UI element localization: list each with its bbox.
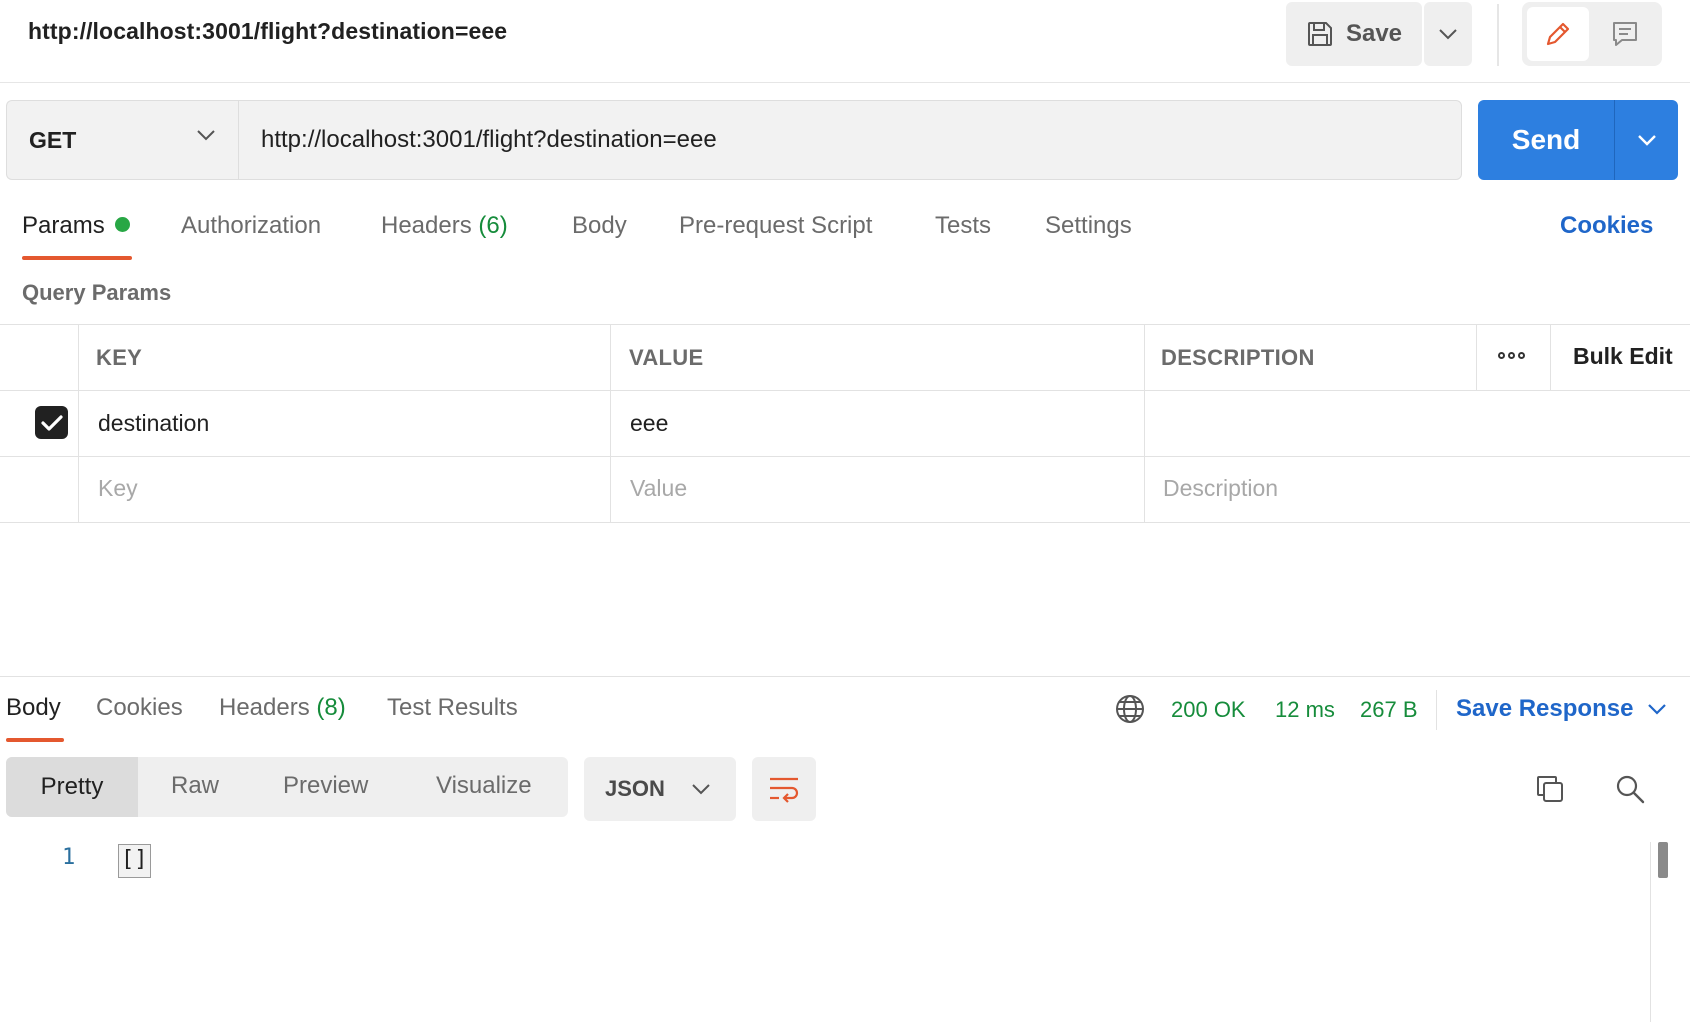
table-col-divider [78,324,79,522]
response-tab-test-results[interactable]: Test Results [387,694,518,722]
method-label: GET [29,126,77,153]
more-options-icon[interactable] [1498,352,1525,359]
editor-scrollbar[interactable] [1658,842,1668,878]
tab-headers[interactable]: Headers (6) [381,212,508,240]
response-size: 267 B [1360,697,1418,722]
chevron-down-icon [197,130,215,141]
comments-mode-button[interactable] [1594,7,1656,61]
tab-params-label: Params [22,212,105,239]
response-divider [0,676,1690,677]
tab-settings[interactable]: Settings [1045,212,1132,240]
response-tab-headers-count: (8) [316,694,346,721]
toolbar-divider [1497,4,1499,66]
column-header-value: VALUE [629,345,704,370]
column-header-description: DESCRIPTION [1161,345,1315,370]
globe-icon[interactable] [1110,689,1150,729]
wrap-lines-icon [770,777,799,803]
search-icon[interactable] [1610,769,1650,809]
format-select[interactable]: JSON [584,757,736,821]
save-label: Save [1345,20,1403,47]
response-tab-body[interactable]: Body [6,694,61,722]
table-header-divider [0,390,1690,391]
save-options-button[interactable] [1424,2,1472,66]
comment-icon [1613,22,1637,46]
request-title: http://localhost:3001/flight?destination… [28,18,508,44]
chevron-down-icon [1637,135,1656,146]
tab-pre-request-script[interactable]: Pre-request Script [679,212,872,240]
chevron-down-icon [1439,29,1457,40]
view-mode-pretty[interactable]: Pretty [6,757,138,817]
save-response-button[interactable]: Save Response [1456,695,1667,723]
tab-headers-count: (6) [478,212,508,239]
param-enabled-checkbox[interactable] [35,406,68,439]
checkmark-icon [40,414,63,431]
table-col-divider [1144,324,1145,522]
save-icon [1307,22,1332,46]
response-status: 200 OK [1171,697,1246,722]
response-body-code[interactable]: [] [118,844,151,878]
bulk-edit-button[interactable]: Bulk Edit [1573,343,1673,370]
new-param-key-field[interactable]: Key [98,475,138,502]
param-description-field[interactable] [1162,410,1662,440]
line-number: 1 [62,845,76,870]
copy-icon[interactable] [1530,769,1570,809]
tab-params[interactable]: Params [22,212,130,240]
table-col-divider [1476,324,1477,390]
response-tab-cookies[interactable]: Cookies [96,694,183,722]
view-mode-raw[interactable]: Raw [171,772,219,800]
view-mode-visualize[interactable]: Visualize [436,772,532,800]
table-col-divider [610,324,611,522]
table-border-top [0,324,1690,325]
edit-mode-button[interactable] [1527,7,1589,61]
param-key-field[interactable]: destination [98,410,209,437]
format-select-label: JSON [605,776,665,801]
editor-scroll-track [1650,842,1651,1022]
table-col-divider [1550,324,1551,390]
active-tab-indicator [22,256,132,260]
send-options-button[interactable] [1614,100,1678,180]
url-input[interactable]: http://localhost:3001/flight?destination… [238,100,1462,180]
wrap-lines-button[interactable] [752,757,816,821]
new-param-description-field[interactable]: Description [1163,475,1278,502]
cookies-link[interactable]: Cookies [1560,212,1653,240]
method-select[interactable]: GET [6,100,238,180]
chevron-down-icon [692,784,710,795]
response-tab-headers-label: Headers [219,694,310,721]
tab-headers-label: Headers [381,212,472,239]
column-header-key: KEY [96,345,143,370]
new-param-value-field[interactable]: Value [630,475,687,502]
tab-authorization[interactable]: Authorization [181,212,321,240]
save-button[interactable]: Save [1286,2,1422,66]
tab-body[interactable]: Body [572,212,627,240]
query-params-label: Query Params [22,280,172,305]
header-divider [0,82,1690,83]
pencil-icon [1546,22,1570,46]
save-response-label: Save Response [1456,695,1634,722]
table-border-bottom [0,522,1690,523]
status-divider [1436,690,1437,730]
response-active-tab-indicator [6,738,64,742]
param-value-field[interactable]: eee [630,410,668,437]
table-row-divider [0,456,1690,457]
chevron-down-icon [1648,704,1667,715]
response-tab-headers[interactable]: Headers (8) [219,694,346,722]
response-time: 12 ms [1275,697,1335,722]
tab-tests[interactable]: Tests [935,212,991,240]
params-active-dot [114,217,130,233]
view-mode-preview[interactable]: Preview [283,772,368,800]
send-button[interactable]: Send [1478,100,1614,180]
